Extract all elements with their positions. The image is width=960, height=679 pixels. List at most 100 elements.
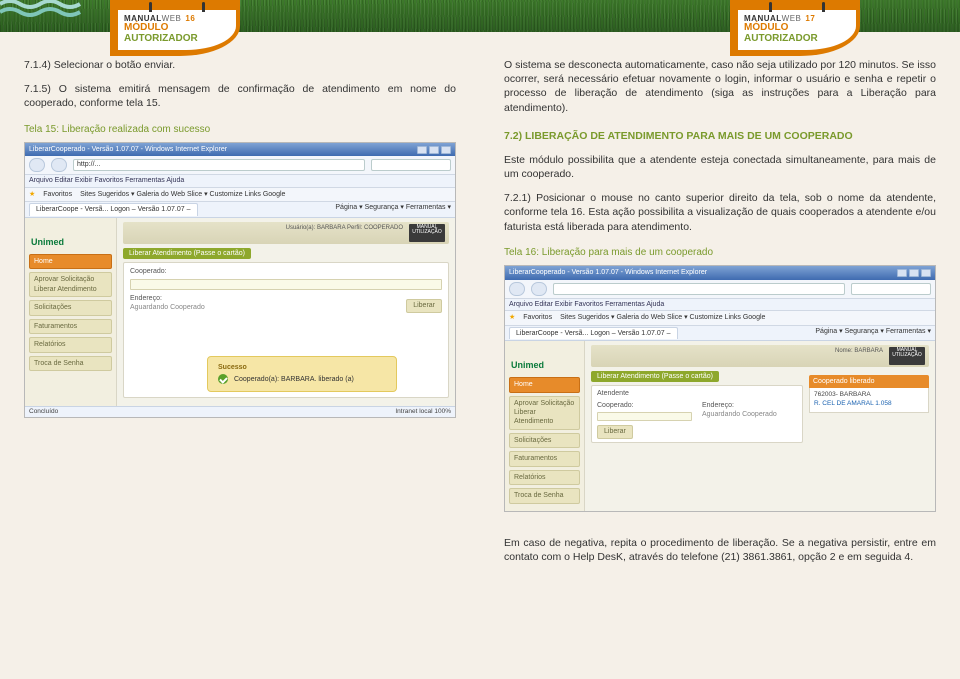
main-panel: Usuário(a): BARBARA Perfil: COOPERADO MA… [117,218,455,406]
page-bookmark-right: MANUALWEB17 MÓDULO AUTORIZADOR [730,0,860,56]
page-number: 17 [805,14,815,23]
address-bar[interactable]: http://... [73,159,365,171]
module-label: MÓDULO [744,23,850,33]
forward-button[interactable] [51,158,67,172]
column-left: 7.1.4) Selecionar o botão enviar. 7.1.5)… [24,58,456,574]
forward-button[interactable] [531,282,547,296]
search-input[interactable] [851,283,931,295]
status-bar: Concluído Intranet local 100% [25,406,455,418]
manual-badge: MANUAL UTILIZAÇÃO [409,224,445,242]
back-button[interactable] [509,282,525,296]
logo: Unimed [511,359,580,371]
window-titlebar: LiberarCooperado - Versão 1.07.07 - Wind… [505,266,935,279]
paragraph: Este módulo possibilita que a atendente … [504,153,936,181]
module-name: AUTORIZADOR [124,33,230,44]
value-endereco: Aguardando Cooperado [702,410,797,419]
close-icon[interactable] [441,146,451,154]
cooperado-liberado-body: 762003- BARBARA R. CEL DE AMARAL 1.058 [809,388,929,413]
sidebar-item[interactable]: Relatórios [29,337,112,352]
sidebar-item[interactable]: Relatórios [509,470,580,485]
sidebar-item[interactable]: Faturamentos [29,319,112,334]
user-meta[interactable]: Nome: BARBARA [835,347,883,355]
favorites-label[interactable]: Favoritos [43,190,72,199]
minimize-icon[interactable] [897,269,907,277]
liberar-button[interactable]: Liberar [597,425,633,438]
window-buttons [417,146,451,154]
browser-tab[interactable]: LiberarCoope - Versã... Logon – Versão 1… [29,203,198,215]
section-heading: 7.2) LIBERAÇÃO DE ATENDIMENTO PARA MAIS … [504,129,936,143]
close-icon[interactable] [921,269,931,277]
liberar-button[interactable]: Liberar [406,299,442,312]
page-bookmark-left: MANUALWEB16 MÓDULO AUTORIZADOR [110,0,240,56]
favorites-bar: ★ Favoritos Sites Sugeridos ▾ Galeria do… [25,188,455,202]
window-title: LiberarCooperado - Versão 1.07.07 - Wind… [509,268,707,277]
cooperado-input[interactable] [597,412,692,421]
sidebar-item[interactable]: Faturamentos [509,451,580,466]
status-right: Intranet local 100% [395,408,451,417]
window-title: LiberarCooperado - Versão 1.07.07 - Wind… [29,145,227,154]
tab-tools[interactable]: Página ▾ Segurança ▾ Ferramentas ▾ [335,203,451,215]
cooperado-id: 762003- BARBARA [814,391,924,400]
panel-title-chip: Liberar Atendimento (Passe o cartão) [123,248,251,259]
paragraph: 7.1.4) Selecionar o botão enviar. [24,58,456,72]
sidebar-item[interactable]: Solicitações [509,433,580,448]
paragraph: O sistema se desconecta automaticamente,… [504,58,936,115]
check-icon [218,374,228,384]
logo: Unimed [31,236,112,248]
label-endereco: Endereço: [702,401,797,410]
sidebar-item[interactable]: Aprovar Solicitação Liberar Atendimento [509,396,580,430]
label-cooperado: Cooperado: [597,401,692,410]
manual-badge: MANUAL UTILIZAÇÃO [889,347,925,365]
sidebar-item-home[interactable]: Home [29,254,112,269]
column-right: O sistema se desconecta automaticamente,… [504,58,936,574]
module-label: MÓDULO [124,23,230,33]
sidebar: Unimed Home Aprovar Solicitação Liberar … [25,218,117,406]
favorites-label[interactable]: Favoritos [523,313,552,322]
user-meta: Usuário(a): BARBARA Perfil: COOPERADO [286,224,403,232]
cooperado-liberado-header: Cooperado liberado [809,375,929,388]
success-toast: Sucesso Cooperado(a): BARBARA. liberado … [207,356,397,392]
label-endereco: Endereço: [130,294,386,303]
toast-title: Sucesso [218,363,386,372]
maximize-icon[interactable] [429,146,439,154]
figure-caption: Tela 15: Liberação realizada com sucesso [24,123,456,137]
panel-title-chip: Liberar Atendimento (Passe o cartão) [591,371,719,382]
sidebar-item[interactable]: Troca de Senha [29,356,112,371]
menu-bar[interactable]: Arquivo Editar Exibir Favoritos Ferramen… [505,299,935,311]
tab-tools[interactable]: Página ▾ Segurança ▾ Ferramentas ▾ [815,327,931,339]
favorites-links[interactable]: Sites Sugeridos ▾ Galeria do Web Slice ▾… [80,190,285,199]
label-atendente: Atendente [597,389,797,398]
back-button[interactable] [29,158,45,172]
wave-decoration [0,0,120,20]
star-icon[interactable]: ★ [509,313,515,322]
paragraph: 7.2.1) Posicionar o mouse no canto super… [504,191,936,234]
paragraph: 7.1.5) O sistema emitirá mensagem de con… [24,82,456,110]
value-endereco: Aguardando Cooperado [130,303,386,312]
address-bar[interactable] [553,283,845,295]
minimize-icon[interactable] [417,146,427,154]
sidebar-item-home[interactable]: Home [509,377,580,392]
toast-message: Cooperado(a): BARBARA. liberado (a) [234,376,354,383]
label-cooperado: Cooperado: [130,267,442,276]
star-icon[interactable]: ★ [29,190,35,199]
status-left: Concluído [29,408,58,417]
window-titlebar: LiberarCooperado - Versão 1.07.07 - Wind… [25,143,455,156]
figure-caption: Tela 16: Liberação para mais de um coope… [504,246,936,260]
menu-bar[interactable]: Arquivo Editar Exibir Favoritos Ferramen… [25,175,455,187]
cooperado-endereco: R. CEL DE AMARAL 1.058 [814,400,924,409]
screenshot-tela-16: LiberarCooperado - Versão 1.07.07 - Wind… [504,265,936,511]
browser-tab[interactable]: LiberarCoope - Versã... Logon – Versão 1… [509,327,678,339]
maximize-icon[interactable] [909,269,919,277]
sidebar: Unimed Home Aprovar Solicitação Liberar … [505,341,585,511]
screenshot-tela-15: LiberarCooperado - Versão 1.07.07 - Wind… [24,142,456,418]
sidebar-item[interactable]: Troca de Senha [509,488,580,503]
cooperado-input[interactable] [130,279,442,290]
tab-strip: LiberarCoope - Versã... Logon – Versão 1… [25,202,455,217]
sidebar-item[interactable]: Aprovar Solicitação Liberar Atendimento [29,272,112,297]
search-input[interactable] [371,159,451,171]
paragraph: Em caso de negativa, repita o procedimen… [504,536,936,564]
sidebar-item[interactable]: Solicitações [29,300,112,315]
module-name: AUTORIZADOR [744,33,850,44]
favorites-links[interactable]: Sites Sugeridos ▾ Galeria do Web Slice ▾… [560,313,765,322]
page-number: 16 [185,14,195,23]
